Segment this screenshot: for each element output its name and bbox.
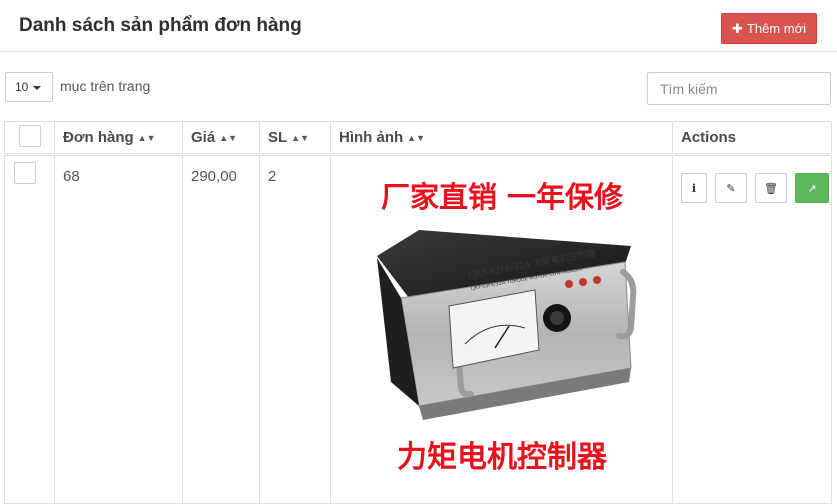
page-length-select[interactable]: 10 xyxy=(5,72,53,102)
select-all-cell xyxy=(4,121,55,156)
add-new-label: Thêm mới xyxy=(746,21,806,36)
image-cell: 厂家直销 一年保修 LJKY-II3FK-32A 力矩电机控制器 LJKY-II… xyxy=(330,154,673,504)
column-quantity-label: SL xyxy=(268,129,288,146)
order-cell: 68 xyxy=(54,154,183,504)
column-order-label: Đơn hàng xyxy=(63,129,134,146)
open-link-button[interactable]: ↗ xyxy=(795,173,829,203)
table-header-row: Đơn hàng ▲▼ Giá ▲▼ SL ▲▼ Hình ảnh ▲▼ Actions xyxy=(4,121,832,156)
page-length-value: 10 xyxy=(15,80,29,94)
page-length-label: mục trên trang xyxy=(60,78,151,94)
column-actions: Actions xyxy=(672,121,832,156)
row-checkbox[interactable] xyxy=(14,162,36,184)
quantity-cell: 2 xyxy=(259,154,331,504)
column-image-label: Hình ảnh xyxy=(339,129,404,146)
column-price-label: Giá xyxy=(191,129,216,146)
search-input[interactable] xyxy=(647,72,831,105)
page-header: Danh sách sản phẩm đơn hàng ✚ Thêm mới xyxy=(0,0,837,52)
page-title: Danh sách sản phẩm đơn hàng xyxy=(19,15,302,36)
row-actions: i ✎ 🗑 ↗ xyxy=(681,168,831,203)
add-new-button[interactable]: ✚ Thêm mới xyxy=(721,13,817,44)
edit-button[interactable]: ✎ xyxy=(715,173,747,203)
price-cell: 290,00 xyxy=(182,154,260,504)
sort-icon: ▲▼ xyxy=(219,133,238,143)
column-order[interactable]: Đơn hàng ▲▼ xyxy=(54,121,183,156)
column-price[interactable]: Giá ▲▼ xyxy=(182,121,260,156)
external-link-icon: ↗ xyxy=(807,182,817,195)
sort-icon: ▲▼ xyxy=(291,133,309,143)
sort-icon: ▲▼ xyxy=(407,133,425,143)
column-image[interactable]: Hình ảnh ▲▼ xyxy=(330,121,673,156)
sort-icon: ▲▼ xyxy=(137,133,156,143)
product-image[interactable]: 厂家直销 一年保修 LJKY-II3FK-32A 力矩电机控制器 LJKY-II… xyxy=(339,168,665,490)
table-row: 68 290,00 2 厂家直销 一年保修 LJKY-II3FK-32A 力矩电… xyxy=(4,154,832,504)
info-icon: i xyxy=(691,181,697,195)
product-image-bottom-text: 力矩电机控制器 xyxy=(397,440,607,475)
plus-icon: ✚ xyxy=(732,20,743,36)
caret-down-icon xyxy=(33,85,42,90)
edit-icon: ✎ xyxy=(726,182,736,195)
info-button[interactable]: i xyxy=(681,173,707,203)
trash-icon: 🗑 xyxy=(764,182,778,195)
column-quantity[interactable]: SL ▲▼ xyxy=(259,121,331,156)
delete-button[interactable]: 🗑 xyxy=(755,173,787,203)
select-all-checkbox[interactable] xyxy=(18,124,41,147)
product-table: Đơn hàng ▲▼ Giá ▲▼ SL ▲▼ Hình ảnh ▲▼ Actions… xyxy=(4,121,832,504)
row-select-cell xyxy=(4,154,55,504)
actions-cell: i ✎ 🗑 ↗ xyxy=(672,154,832,504)
column-actions-label: Actions xyxy=(681,129,737,146)
